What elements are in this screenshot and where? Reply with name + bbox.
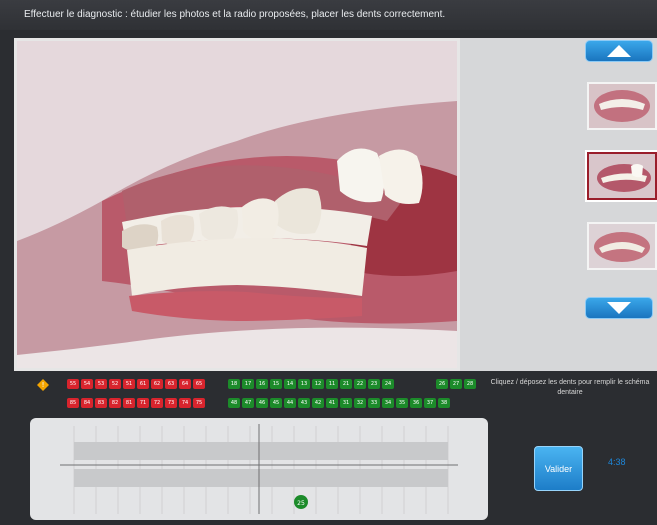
timer: 4:38 — [608, 457, 626, 467]
tooth-61[interactable]: 61 — [137, 379, 149, 389]
lower-arch-photo-icon — [589, 224, 655, 268]
tooth-55[interactable]: 55 — [67, 379, 79, 389]
tooth-84[interactable]: 84 — [81, 398, 93, 408]
tooth-85[interactable]: 85 — [67, 398, 79, 408]
drag-drop-instruction: Cliquez / déposez les dents pour remplir… — [490, 379, 650, 396]
tooth-18[interactable]: 18 — [228, 379, 240, 389]
tooth-15[interactable]: 15 — [270, 379, 282, 389]
tooth-38[interactable]: 38 — [438, 398, 450, 408]
tooth-41[interactable]: 41 — [326, 398, 338, 408]
tooth-33[interactable]: 33 — [368, 398, 380, 408]
instruction-bar: Effectuer le diagnostic : étudier les ph… — [0, 0, 657, 30]
tooth-11[interactable]: 11 — [326, 379, 338, 389]
tooth-21[interactable]: 21 — [340, 379, 352, 389]
scroll-down-button[interactable] — [585, 297, 653, 319]
tooth-73[interactable]: 73 — [165, 398, 177, 408]
tooth-13[interactable]: 13 — [298, 379, 310, 389]
tooth-52[interactable]: 52 — [109, 379, 121, 389]
tooth-74[interactable]: 74 — [179, 398, 191, 408]
tooth-43[interactable]: 43 — [298, 398, 310, 408]
tooth-72[interactable]: 72 — [151, 398, 163, 408]
tooth-42[interactable]: 42 — [312, 398, 324, 408]
validate-button[interactable]: Valider — [534, 446, 583, 491]
tooth-22[interactable]: 22 — [354, 379, 366, 389]
arrow-up-icon — [607, 45, 631, 57]
dental-chart-grid: 25 — [60, 424, 458, 514]
tooth-64[interactable]: 64 — [179, 379, 191, 389]
tooth-34[interactable]: 34 — [382, 398, 394, 408]
tooth-81[interactable]: 81 — [123, 398, 135, 408]
arrow-down-icon — [607, 302, 631, 314]
tooth-23[interactable]: 23 — [368, 379, 380, 389]
upper-arch-photo-icon — [589, 84, 655, 128]
tooth-12[interactable]: 12 — [312, 379, 324, 389]
tooth-51[interactable]: 51 — [123, 379, 135, 389]
tooth-65[interactable]: 65 — [193, 379, 205, 389]
tooth-14[interactable]: 14 — [284, 379, 296, 389]
main-intraoral-photo — [14, 38, 460, 371]
warning-diamond-icon: ! — [37, 379, 49, 391]
intraoral-photo-graphic — [17, 41, 457, 368]
deciduous-upper-teeth: 55 54 53 52 51 61 62 63 64 65 — [67, 379, 205, 389]
tooth-37[interactable]: 37 — [424, 398, 436, 408]
tooth-63[interactable]: 63 — [165, 379, 177, 389]
tooth-17[interactable]: 17 — [242, 379, 254, 389]
thumbnail-upper-arch[interactable] — [587, 82, 657, 130]
svg-text:!: ! — [42, 381, 45, 389]
dental-chart: 25 — [30, 418, 488, 520]
tooth-16[interactable]: 16 — [256, 379, 268, 389]
tooth-35[interactable]: 35 — [396, 398, 408, 408]
permanent-upper-teeth-b: 26 27 28 — [436, 379, 476, 389]
tooth-82[interactable]: 82 — [109, 398, 121, 408]
thumbnail-right-profile[interactable] — [587, 152, 657, 200]
tooth-26[interactable]: 26 — [436, 379, 448, 389]
tooth-62[interactable]: 62 — [151, 379, 163, 389]
tooth-47[interactable]: 47 — [242, 398, 254, 408]
instruction-text: Effectuer le diagnostic : étudier les ph… — [24, 9, 446, 20]
tooth-45[interactable]: 45 — [270, 398, 282, 408]
tooth-46[interactable]: 46 — [256, 398, 268, 408]
tooth-31[interactable]: 31 — [340, 398, 352, 408]
thumbnail-lower-arch[interactable] — [587, 222, 657, 270]
scroll-up-button[interactable] — [585, 40, 653, 62]
tooth-32[interactable]: 32 — [354, 398, 366, 408]
permanent-lower-teeth: 48 47 46 45 44 43 42 41 31 32 33 34 35 3… — [228, 398, 450, 408]
tooth-54[interactable]: 54 — [81, 379, 93, 389]
tooth-53[interactable]: 53 — [95, 379, 107, 389]
right-profile-photo-icon — [589, 154, 655, 198]
deciduous-lower-teeth: 85 84 83 82 81 71 72 73 74 75 — [67, 398, 205, 408]
tooth-27[interactable]: 27 — [450, 379, 462, 389]
tooth-44[interactable]: 44 — [284, 398, 296, 408]
tooth-83[interactable]: 83 — [95, 398, 107, 408]
placed-tooth-label: 25 — [297, 500, 305, 507]
permanent-upper-teeth-a: 18 17 16 15 14 13 12 11 21 22 23 24 — [228, 379, 394, 389]
tooth-75[interactable]: 75 — [193, 398, 205, 408]
tooth-71[interactable]: 71 — [137, 398, 149, 408]
tooth-28[interactable]: 28 — [464, 379, 476, 389]
tooth-36[interactable]: 36 — [410, 398, 422, 408]
tooth-48[interactable]: 48 — [228, 398, 240, 408]
tooth-24[interactable]: 24 — [382, 379, 394, 389]
